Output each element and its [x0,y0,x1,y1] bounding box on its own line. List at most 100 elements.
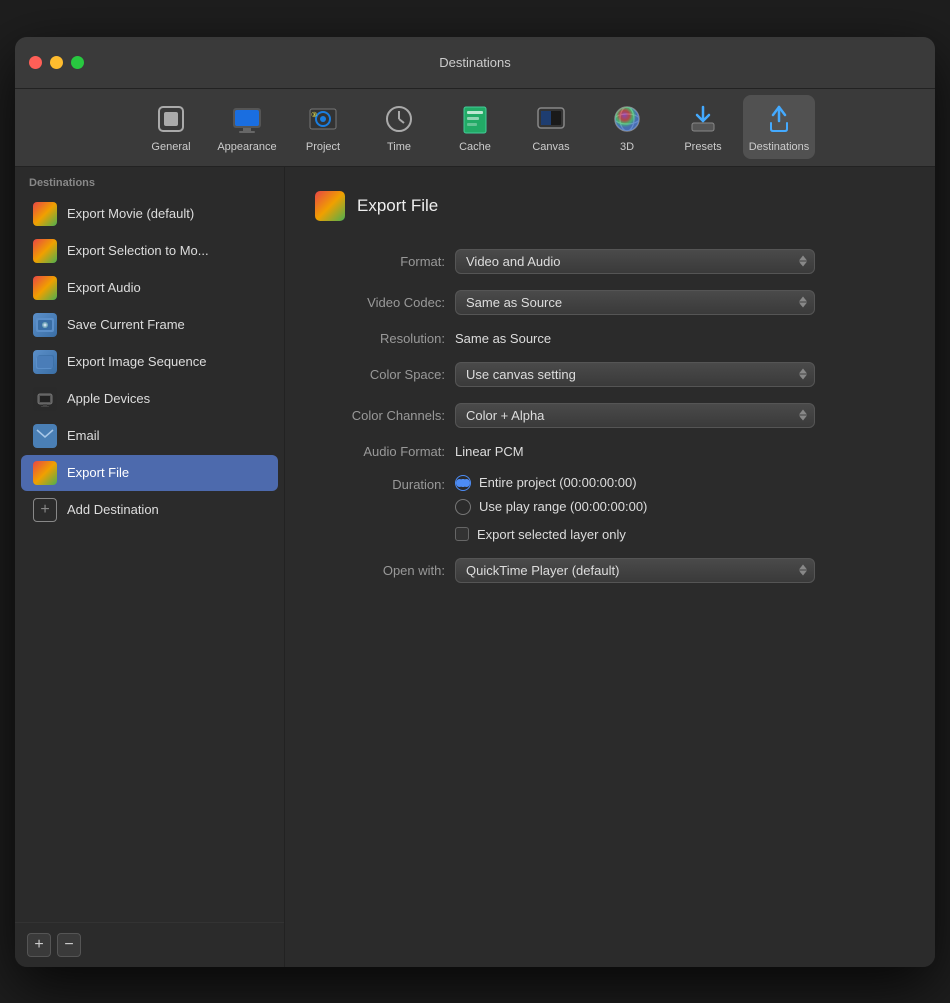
color-channels-label: Color Channels: [315,408,455,423]
toolbar-item-destinations[interactable]: Destinations [743,95,815,159]
window-title: Destinations [15,55,935,70]
open-with-select-wrapper: QuickTime Player (default) [455,558,815,583]
toolbar-label-cache: Cache [459,141,491,153]
toolbar: General Appearance ③ [15,89,935,167]
fullscreen-button[interactable] [71,56,84,69]
open-with-label: Open with: [315,563,455,578]
sidebar-item-apple-devices[interactable]: Apple Devices [21,381,278,417]
format-select-wrapper: Video and Audio [455,249,815,274]
export-layer-checkbox[interactable] [455,527,469,541]
resolution-label: Resolution: [315,331,455,346]
toolbar-item-presets[interactable]: Presets [667,95,739,159]
panel-title-icon [315,191,345,221]
appearance-icon [229,101,265,137]
close-button[interactable] [29,56,42,69]
toolbar-item-general[interactable]: General [135,95,207,159]
traffic-lights [15,56,84,69]
toolbar-label-canvas: Canvas [532,141,569,153]
add-item-button[interactable]: + [27,933,51,957]
duration-content: Entire project (00:00:00:00) Use play ra… [455,475,905,542]
color-space-label: Color Space: [315,367,455,382]
toolbar-item-project[interactable]: ③ Project [287,95,359,159]
sidebar-item-export-file[interactable]: Export File [21,455,278,491]
export-selection-icon [33,239,57,263]
toolbar-label-time: Time [387,141,411,153]
sidebar-label-export-file: Export File [67,465,129,480]
video-codec-label: Video Codec: [315,295,455,310]
detail-panel: Export File Format: Video and Audio Vide… [285,167,935,967]
duration-entire-option[interactable]: Entire project (00:00:00:00) [455,475,905,491]
toolbar-item-appearance[interactable]: Appearance [211,95,283,159]
sidebar-label-export-movie: Export Movie (default) [67,206,194,221]
sidebar-label-export-audio: Export Audio [67,280,141,295]
main-window: Destinations General Appearance [15,37,935,967]
duration-label: Duration: [315,475,455,492]
canvas-icon [533,101,569,137]
title-bar: Destinations [15,37,935,89]
toolbar-label-destinations: Destinations [749,141,810,153]
panel-title: Export File [357,196,438,216]
audio-format-label: Audio Format: [315,444,455,459]
toolbar-item-canvas[interactable]: Canvas [515,95,587,159]
panel-title-row: Export File [315,191,905,221]
export-layer-label: Export selected layer only [477,527,626,542]
sidebar-item-export-selection[interactable]: Export Selection to Mo... [21,233,278,269]
toolbar-label-presets: Presets [684,141,721,153]
audio-format-value: Linear PCM [455,444,905,459]
sidebar-label-save-frame: Save Current Frame [67,317,185,332]
duration-play-range-label: Use play range (00:00:00:00) [479,499,647,514]
duration-play-range-option[interactable]: Use play range (00:00:00:00) [455,499,905,515]
color-space-select[interactable]: Use canvas setting [455,362,815,387]
toolbar-item-time[interactable]: Time [363,95,435,159]
presets-icon [685,101,721,137]
svg-text:③: ③ [311,111,317,119]
toolbar-label-general: General [151,141,190,153]
sidebar-footer: + − [15,922,284,967]
sidebar-item-email[interactable]: Email [21,418,278,454]
time-icon [381,101,417,137]
add-destination-icon: + [33,498,57,522]
project-icon: ③ [305,101,341,137]
export-audio-icon [33,276,57,300]
toolbar-item-cache[interactable]: Cache [439,95,511,159]
sidebar-item-export-audio[interactable]: Export Audio [21,270,278,306]
sidebar-list: Export Movie (default) Export Selection … [15,195,284,922]
resolution-value: Same as Source [455,331,905,346]
export-image-seq-icon [33,350,57,374]
sidebar-item-save-frame[interactable]: Save Current Frame [21,307,278,343]
sidebar-label-email: Email [67,428,100,443]
color-space-select-wrapper: Use canvas setting [455,362,815,387]
export-layer-option[interactable]: Export selected layer only [455,527,905,542]
format-select[interactable]: Video and Audio [455,249,815,274]
apple-devices-icon [33,387,57,411]
video-codec-select-wrapper: Same as Source [455,290,815,315]
export-file-icon [33,461,57,485]
save-frame-icon [33,313,57,337]
sidebar-item-export-image-seq[interactable]: Export Image Sequence [21,344,278,380]
minimize-button[interactable] [50,56,63,69]
sidebar-label-apple-devices: Apple Devices [67,391,150,406]
toolbar-label-3d: 3D [620,141,634,153]
duration-entire-label: Entire project (00:00:00:00) [479,475,637,490]
color-channels-select[interactable]: Color + Alpha [455,403,815,428]
sidebar-label-export-image-seq: Export Image Sequence [67,354,206,369]
detail-form: Format: Video and Audio Video Codec: Sam… [315,249,905,583]
duration-entire-radio[interactable] [455,475,471,491]
remove-item-button[interactable]: − [57,933,81,957]
general-icon [153,101,189,137]
destinations-icon [761,101,797,137]
main-content: Destinations Export Movie (default) Expo… [15,167,935,967]
sidebar: Destinations Export Movie (default) Expo… [15,167,285,967]
toolbar-item-3d[interactable]: 3D [591,95,663,159]
open-with-select[interactable]: QuickTime Player (default) [455,558,815,583]
toolbar-label-project: Project [306,141,340,153]
sidebar-item-add-destination[interactable]: + Add Destination [21,492,278,528]
export-movie-icon [33,202,57,226]
color-channels-select-wrapper: Color + Alpha [455,403,815,428]
3d-icon [609,101,645,137]
video-codec-select[interactable]: Same as Source [455,290,815,315]
duration-play-range-radio[interactable] [455,499,471,515]
sidebar-item-export-movie[interactable]: Export Movie (default) [21,196,278,232]
toolbar-label-appearance: Appearance [217,141,276,153]
sidebar-label-add-destination: Add Destination [67,502,159,517]
